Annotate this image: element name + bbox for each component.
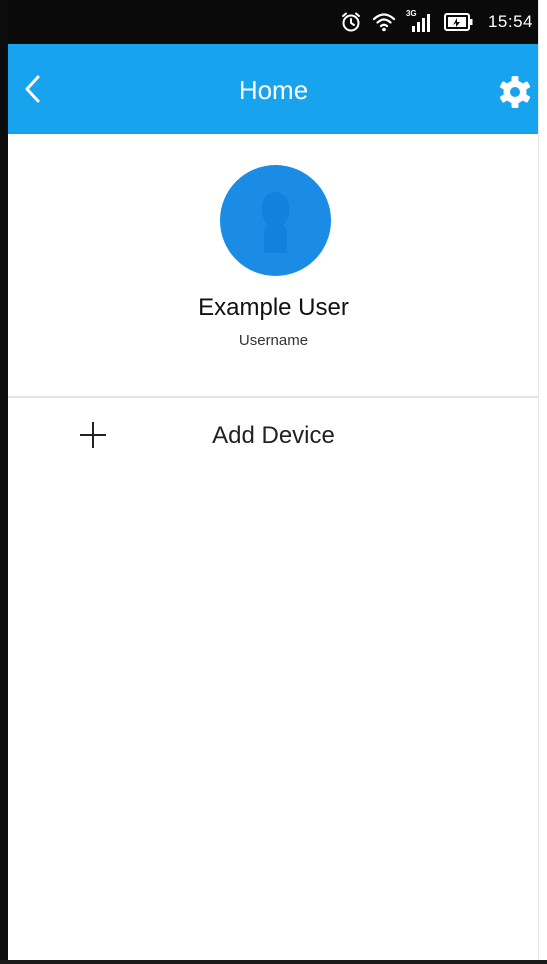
device-frame-left	[0, 0, 8, 964]
user-silhouette-icon	[220, 192, 331, 276]
profile-username: Username	[238, 332, 309, 349]
device-frame-bottom	[0, 960, 547, 964]
avatar[interactable]	[220, 165, 331, 276]
add-device-button[interactable]: Add Device	[8, 400, 539, 472]
wifi-icon	[372, 11, 396, 33]
add-device-label: Add Device	[212, 422, 335, 449]
alarm-icon	[340, 11, 362, 33]
page-title: Home	[238, 75, 309, 105]
status-icons: 3G 15:54	[340, 0, 533, 44]
device-list	[8, 472, 539, 960]
app-bar: Home	[8, 44, 539, 134]
settings-button[interactable]	[497, 74, 533, 110]
phone-screen: 3G 15:54 Home Example User Username Add …	[0, 0, 547, 964]
profile-name: Example User	[198, 294, 349, 321]
device-frame-right	[538, 0, 547, 964]
battery-icon	[443, 12, 474, 32]
signal-icon: 3G	[406, 10, 434, 34]
status-bar: 3G 15:54	[8, 0, 539, 44]
status-time: 15:54	[487, 12, 533, 31]
gear-icon	[497, 76, 533, 114]
divider	[8, 396, 539, 398]
profile-section: Example User Username	[8, 134, 539, 396]
